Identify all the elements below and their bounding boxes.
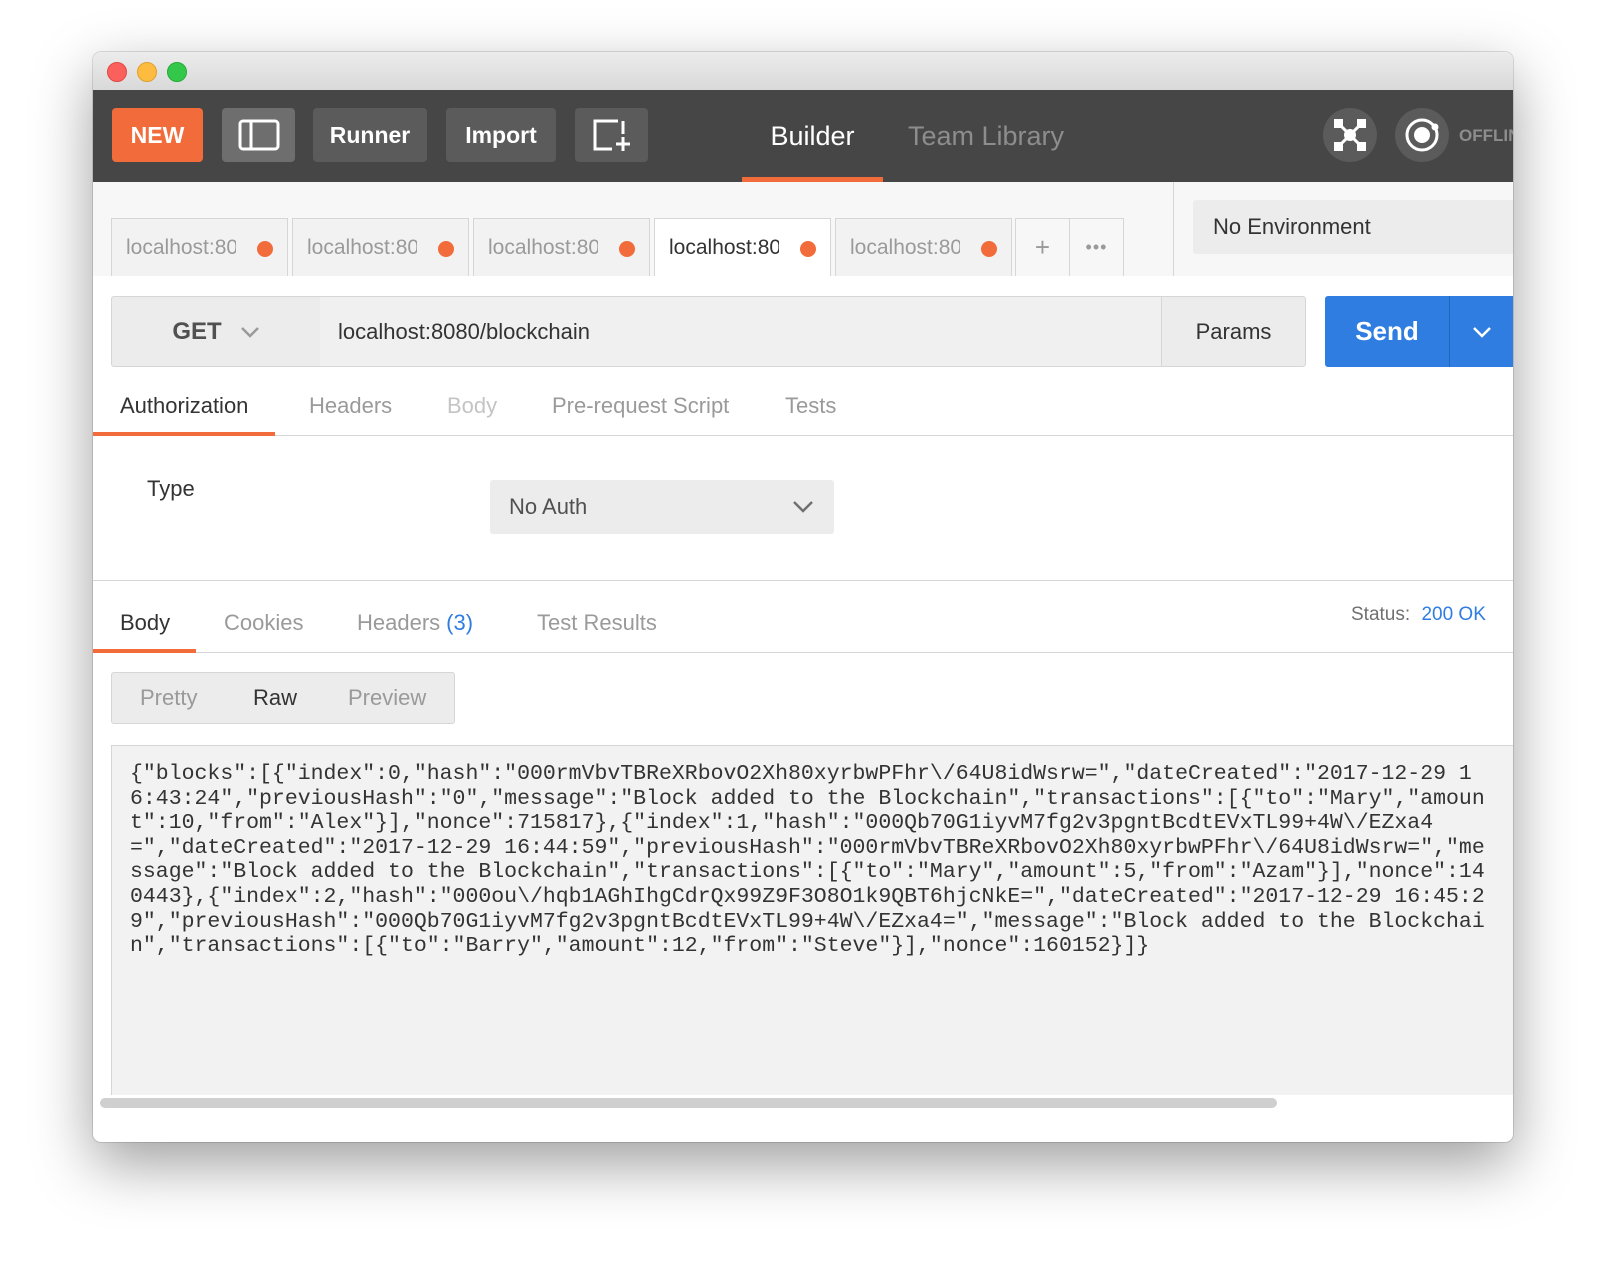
import-button[interactable]: Import	[446, 108, 556, 162]
auth-type-label: Type	[147, 476, 195, 501]
headers-count-badge: (3)	[446, 609, 474, 635]
tab-headers[interactable]: Headers	[309, 376, 392, 435]
request-tab[interactable]: localhost:8080/blockchain	[292, 218, 469, 276]
tab-cookies[interactable]: Cookies	[224, 593, 303, 652]
sidebar-icon	[238, 119, 279, 151]
request-tab[interactable]: localhost:8080/blockchain	[835, 218, 1012, 276]
response-raw-text: {"blocks":[{"index":0,"hash":"000rmVbvTB…	[130, 762, 1485, 959]
tab-response-headers[interactable]: Headers (3)	[357, 593, 473, 652]
request-tab[interactable]: localhost:8080/blockchain	[473, 218, 650, 276]
request-tab-active[interactable]: localhost:8080/blockchain	[654, 218, 831, 277]
offline-label: OFFLINE	[1459, 126, 1513, 145]
satellite-icon	[1334, 119, 1366, 151]
tab-response-headers-label: Headers	[357, 609, 441, 635]
new-window-icon	[593, 119, 630, 151]
params-button[interactable]: Params	[1161, 296, 1306, 367]
request-tab-label: localhost:8080/blockchain	[669, 236, 779, 259]
authorization-panel: Type No Auth	[93, 436, 1513, 581]
unsaved-changes-icon	[438, 241, 454, 257]
unsaved-changes-icon	[619, 241, 635, 257]
main-toolbar: NEW Runner Import Builder Team Library O…	[93, 90, 1513, 182]
tab-pre-request-script[interactable]: Pre-request Script	[552, 376, 729, 435]
chevron-down-icon	[1473, 326, 1491, 338]
unsaved-changes-icon	[800, 241, 816, 257]
unsaved-changes-icon	[257, 241, 273, 257]
auth-type-select[interactable]: No Auth	[490, 480, 834, 534]
environment-select[interactable]: No Environment	[1193, 200, 1513, 254]
tab-builder[interactable]: Builder	[742, 90, 883, 182]
request-tab-label: localhost:8080/blockchain	[850, 235, 960, 259]
tab-authorization[interactable]: Authorization	[93, 376, 276, 436]
response-body-panel[interactable]: {"blocks":[{"index":0,"hash":"000rmVbvTB…	[111, 745, 1513, 1095]
horizontal-scrollbar[interactable]	[100, 1098, 1277, 1108]
url-bar: GET localhost:8080/blockchain Params Sen…	[93, 276, 1513, 376]
url-input[interactable]: localhost:8080/blockchain	[320, 296, 1161, 367]
tab-tests[interactable]: Tests	[785, 376, 836, 435]
tab-team-library[interactable]: Team Library	[903, 90, 1069, 182]
send-options-button[interactable]	[1449, 296, 1513, 367]
app-window: NEW Runner Import Builder Team Library O…	[93, 52, 1513, 1142]
toggle-sidebar-button[interactable]	[222, 108, 295, 162]
title-bar	[93, 52, 1513, 91]
view-pretty-button[interactable]: Pretty	[140, 673, 197, 723]
method-label: GET	[172, 317, 222, 345]
view-preview-button[interactable]: Preview	[348, 673, 426, 723]
sync-status-icon	[1405, 118, 1439, 152]
view-raw-button[interactable]: Raw	[253, 673, 297, 723]
request-tabs-bar: localhost:8080/blockchain localhost:8080…	[93, 182, 1513, 277]
tab-response-body[interactable]: Body	[93, 593, 197, 653]
minimize-window-button[interactable]	[137, 62, 157, 82]
response-view-toggle: Pretty Raw Preview	[111, 672, 455, 724]
request-tab[interactable]: localhost:8080/blockchain	[111, 218, 288, 276]
new-window-button[interactable]	[575, 108, 648, 162]
runner-button[interactable]: Runner	[313, 108, 427, 162]
status-value: 200 OK	[1421, 604, 1486, 625]
close-window-button[interactable]	[107, 62, 127, 82]
request-tab-label: localhost:8080/blockchain	[488, 235, 598, 259]
response-section-tabs: Body Cookies Headers (3) Test Results St…	[93, 580, 1513, 653]
divider	[1173, 182, 1174, 276]
add-tab-button[interactable]: +	[1015, 218, 1070, 276]
request-tab-label: localhost:8080/blockchain	[126, 235, 236, 259]
chevron-down-icon	[240, 326, 259, 338]
sync-button[interactable]	[1395, 108, 1449, 162]
tab-body[interactable]: Body	[447, 376, 497, 435]
chevron-down-icon	[793, 501, 813, 513]
send-button[interactable]: Send	[1325, 296, 1449, 367]
new-button[interactable]: NEW	[112, 108, 203, 162]
zoom-window-button[interactable]	[167, 62, 187, 82]
request-tab-label: localhost:8080/blockchain	[307, 235, 417, 259]
method-select[interactable]: GET	[111, 296, 321, 367]
more-tabs-button[interactable]: •••	[1069, 218, 1124, 276]
request-section-tabs: Authorization Headers Body Pre-request S…	[93, 376, 1513, 436]
response-status: Status: 200 OK	[1351, 604, 1486, 626]
interceptor-button[interactable]	[1323, 108, 1377, 162]
auth-type-value: No Auth	[509, 494, 588, 519]
tab-test-results[interactable]: Test Results	[537, 593, 657, 652]
unsaved-changes-icon	[981, 241, 997, 257]
status-label: Status:	[1351, 604, 1411, 625]
